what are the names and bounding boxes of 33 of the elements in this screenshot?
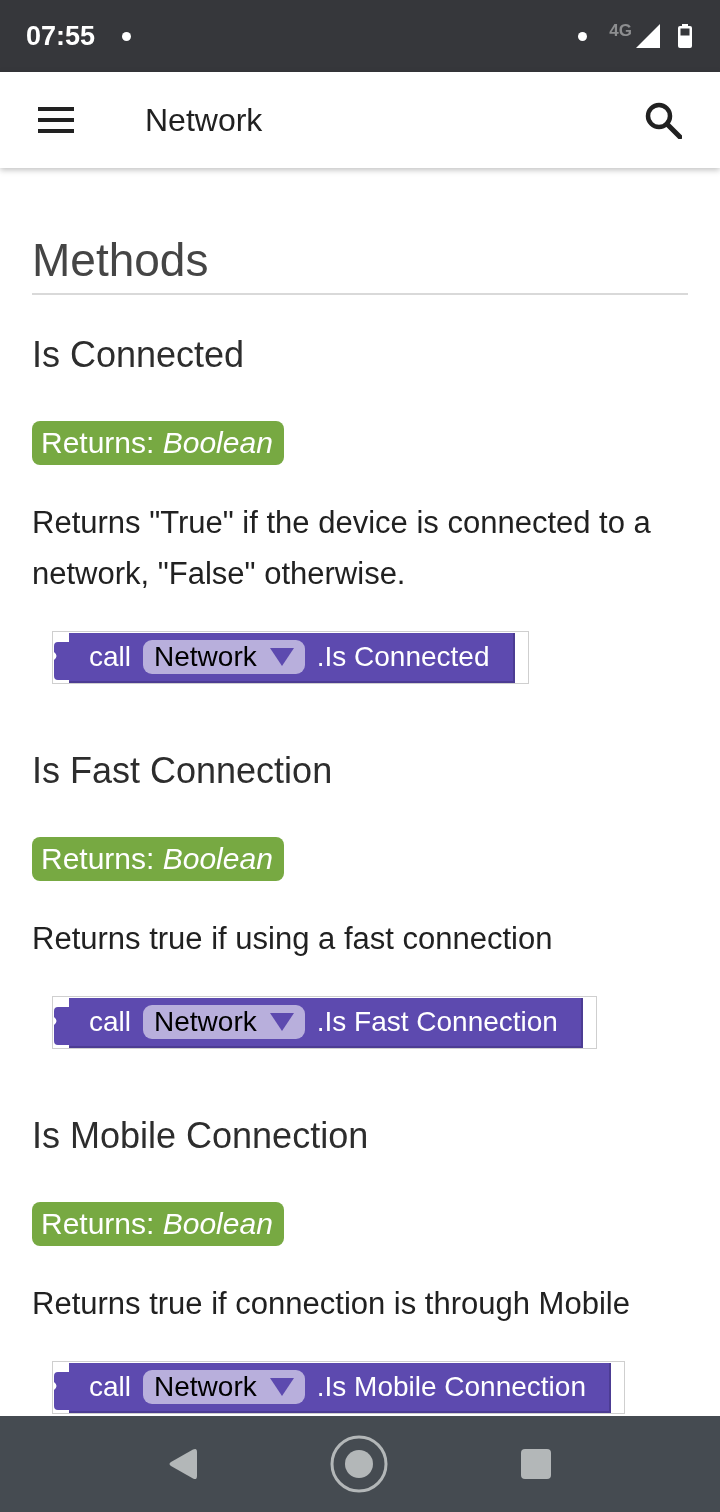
app-bar-title: Network — [145, 101, 263, 139]
section-heading: Methods — [32, 232, 688, 295]
dropdown-caret-icon — [269, 648, 294, 666]
menu-icon[interactable] — [38, 107, 74, 133]
battery-icon — [678, 24, 692, 48]
network-type-label: 4G — [609, 21, 632, 41]
method-title: Is Connected — [32, 333, 246, 377]
back-icon[interactable] — [169, 1448, 197, 1480]
method-name: .Is Mobile Connection — [316, 1371, 586, 1403]
component-dropdown[interactable]: Network — [143, 1005, 305, 1039]
method-name: .Is Connected — [316, 641, 490, 673]
return-type-badge: Returns: Boolean — [32, 421, 284, 465]
signal-icon — [636, 24, 660, 48]
method-description: Returns true if connection is through Mobile — [32, 1285, 631, 1323]
status-time: 07:55 — [26, 20, 96, 52]
method-name: .Is Fast Connection — [316, 1006, 558, 1038]
call-keyword: call — [89, 641, 131, 673]
status-dot-icon — [578, 31, 588, 41]
component-dropdown[interactable]: Network — [143, 1370, 305, 1404]
search-icon[interactable] — [645, 101, 682, 139]
method-title: Is Fast Connection — [32, 749, 334, 793]
call-keyword: call — [89, 1006, 131, 1038]
return-type-badge: Returns: Boolean — [32, 1202, 284, 1246]
dropdown-caret-icon — [269, 1378, 294, 1396]
method-description: Returns true if using a fast connection — [32, 920, 554, 958]
method-description: Returns "True" if the device is connected to a network, "False" otherwise. — [32, 504, 652, 593]
method-title: Is Mobile Connection — [32, 1114, 370, 1158]
notification-dot-icon — [122, 31, 132, 41]
home-icon[interactable] — [330, 1435, 388, 1493]
return-type-badge: Returns: Boolean — [32, 837, 284, 881]
component-dropdown[interactable]: Network — [143, 640, 305, 674]
dropdown-caret-icon — [269, 1013, 294, 1031]
call-keyword: call — [89, 1371, 131, 1403]
